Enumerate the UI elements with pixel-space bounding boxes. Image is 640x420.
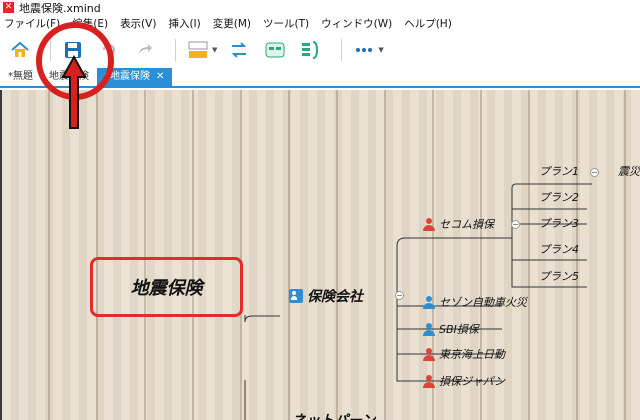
home-button[interactable] xyxy=(6,36,34,64)
toolbar-divider xyxy=(175,39,176,61)
person-icon xyxy=(422,322,435,336)
company-node[interactable]: セコム損保 xyxy=(422,216,494,232)
arrow-up-icon xyxy=(61,55,87,129)
person-icon xyxy=(422,295,435,309)
central-topic[interactable]: 地震保険 xyxy=(90,257,243,317)
company-node[interactable]: セゾン自動車火災 xyxy=(422,294,527,310)
central-topic-label: 地震保険 xyxy=(130,278,203,299)
plan-node[interactable]: プラン2 xyxy=(539,189,579,205)
person-icon xyxy=(422,374,435,388)
group-icon xyxy=(289,289,303,303)
summary-icon xyxy=(302,41,319,59)
summary-button[interactable] xyxy=(297,36,325,64)
plan-node[interactable]: 震災 xyxy=(618,163,640,179)
xmind-icon: ✕ xyxy=(3,2,14,13)
insurance-company-node[interactable]: 保険会社 xyxy=(289,286,363,306)
company-label: 損保ジャパン xyxy=(439,375,505,388)
close-icon[interactable]: ✕ xyxy=(156,71,164,82)
more-dropdown-icon[interactable]: ▼ xyxy=(378,46,383,54)
partial-node[interactable]: ネットパーン xyxy=(292,410,375,420)
plan-label: プラン2 xyxy=(539,191,579,204)
person-icon xyxy=(422,347,435,361)
home-icon xyxy=(11,41,29,57)
plan-node[interactable]: プラン1 xyxy=(539,163,579,179)
plan-label: プラン5 xyxy=(539,270,579,283)
company-node[interactable]: 東京海上日動 xyxy=(422,346,505,362)
company-node[interactable]: SBI損保 xyxy=(422,321,479,337)
relationship-button[interactable] xyxy=(225,36,253,64)
boundary-icon xyxy=(265,42,285,58)
collapse-toggle[interactable]: − xyxy=(590,168,599,177)
window-title: 地震保険.xmind xyxy=(19,1,101,15)
menu-help[interactable]: ヘルプ(H) xyxy=(404,16,452,31)
company-label: 東京海上日動 xyxy=(439,348,505,361)
menu-view[interactable]: 表示(V) xyxy=(120,16,156,31)
redo-icon xyxy=(139,44,152,54)
person-icon xyxy=(422,217,435,231)
relationship-icon xyxy=(231,42,247,58)
topic-style-dropdown-icon[interactable]: ▼ xyxy=(212,46,217,54)
menu-insert[interactable]: 挿入(I) xyxy=(168,16,200,31)
plan-label: プラン1 xyxy=(539,165,579,178)
topic-style-button[interactable] xyxy=(184,36,212,64)
partial-label: ネットパーン xyxy=(292,410,375,420)
plan-node[interactable]: プラン3 xyxy=(539,215,579,231)
menu-modify[interactable]: 変更(M) xyxy=(213,16,251,31)
plan-node[interactable]: プラン5 xyxy=(539,268,579,284)
menu-tools[interactable]: ツール(T) xyxy=(263,16,309,31)
company-node[interactable]: 損保ジャパン xyxy=(422,373,505,389)
tab-untitled[interactable]: *無題 xyxy=(0,68,41,86)
collapse-toggle[interactable]: − xyxy=(511,220,520,229)
plan-label: プラン3 xyxy=(539,217,579,230)
mindmap-canvas[interactable]: プラン1 − 震災 プラン2 プラン3 プラン4 プラン5 セコム損保 − セゾ… xyxy=(0,90,640,420)
redo-button[interactable] xyxy=(131,36,159,64)
more-icon xyxy=(356,48,373,52)
topic-style-icon xyxy=(188,41,208,58)
plan-label: プラン4 xyxy=(539,243,579,256)
tab-label: *無題 xyxy=(8,71,33,82)
plan-child-label: 震災 xyxy=(618,165,640,178)
company-label: SBI損保 xyxy=(439,323,479,336)
plan-node[interactable]: プラン4 xyxy=(539,241,579,257)
mid-label: 保険会社 xyxy=(307,289,363,305)
menu-window[interactable]: ウィンドウ(W) xyxy=(321,16,392,31)
company-label: セコム損保 xyxy=(439,218,494,231)
title-bar: ✕ 地震保険.xmind xyxy=(0,0,640,15)
boundary-button[interactable] xyxy=(261,36,289,64)
company-label: セゾン自動車火災 xyxy=(439,296,527,309)
toolbar-divider xyxy=(341,39,343,61)
collapse-toggle[interactable]: − xyxy=(395,291,404,300)
more-button[interactable] xyxy=(350,36,378,64)
